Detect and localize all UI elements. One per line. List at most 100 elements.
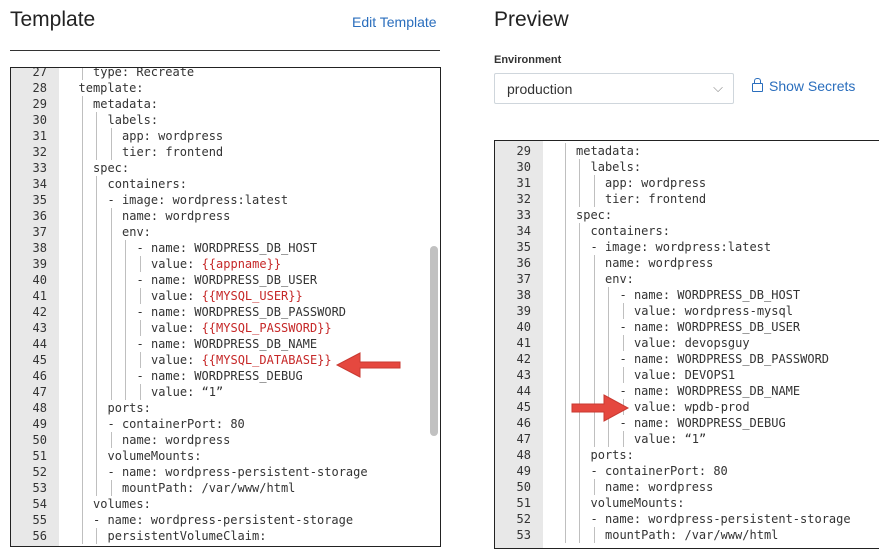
line-number: 50: [32, 433, 47, 447]
template-code-editor[interactable]: 27 type: Recreate 28 template: 29 metadata: 30…: [10, 67, 441, 547]
indent-guide: [579, 479, 580, 495]
indent-guide: [579, 255, 580, 271]
indent-guide: [622, 303, 624, 319]
line-number: 47: [32, 385, 47, 399]
indent-guide: [81, 288, 83, 304]
code-text: value: “1”: [151, 384, 223, 400]
environment-label: Environment: [494, 54, 562, 66]
code-line: 47 value: “1”: [11, 384, 440, 400]
code-line: 53 mountPath: /var/www/html: [11, 480, 440, 496]
code-text: - image: wordpress:latest: [591, 239, 772, 255]
indent-guide: [125, 288, 126, 304]
code-text: containers:: [108, 176, 187, 192]
indent-guide: [110, 224, 112, 240]
preview-code-viewer[interactable]: 29 metadata: 30 labels: 31 app: wordpress 32 ti…: [494, 140, 879, 549]
indent-guide: [579, 303, 580, 319]
line-number: 33: [32, 161, 47, 175]
show-secrets-button[interactable]: Show Secrets: [752, 78, 855, 94]
indent-guide: [81, 192, 83, 208]
code-text: - name: wordpress-persistent-storage: [108, 464, 368, 480]
indent-guide: [110, 384, 112, 400]
code-token: labels:: [107, 113, 159, 127]
line-number: 43: [516, 368, 531, 382]
code-line: 30 labels:: [11, 112, 440, 128]
code-text: app: wordpress: [605, 175, 706, 191]
code-text: labels:: [108, 112, 159, 128]
line-number: 33: [516, 208, 531, 222]
indent-guide: [81, 464, 83, 480]
code-line: 27 type: Recreate: [11, 68, 440, 80]
indent-guide: [110, 144, 112, 160]
environment-select[interactable]: production ⌵: [494, 73, 734, 104]
indent-guide: [96, 464, 97, 480]
code-token: name: wordpress: [605, 256, 714, 270]
indent-guide: [139, 256, 141, 272]
indent-guide: [593, 271, 595, 287]
indent-guide: [608, 335, 609, 351]
indent-guide: [564, 239, 566, 255]
indent-guide: [96, 432, 97, 448]
indent-guide: [579, 175, 580, 191]
code-text: ports:: [591, 447, 634, 463]
code-text: value: wordpress-mysql: [634, 303, 793, 319]
code-text: - name: WORDPRESS_DB_NAME: [620, 383, 801, 399]
code-token: - name: wordpress-persistent-storage: [93, 513, 354, 527]
code-line: 32 tier: frontend: [495, 191, 879, 207]
indent-guide: [96, 208, 97, 224]
code-line: 34 containers:: [11, 176, 440, 192]
indent-guide: [564, 303, 566, 319]
code-text: name: wordpress: [122, 432, 230, 448]
indent-guide: [593, 479, 595, 495]
template-divider: [10, 50, 440, 51]
code-token: - name: WORDPRESS_DB_USER: [136, 273, 318, 287]
code-line: 56 persistentVolumeClaim:: [11, 528, 440, 544]
indent-guide: [81, 272, 83, 288]
indent-guide: [96, 192, 97, 208]
code-token: value:: [151, 257, 202, 271]
indent-guide: [96, 368, 97, 384]
line-number: 41: [516, 336, 531, 350]
indent-guide: [96, 272, 97, 288]
code-line: 45 value: wpdb-prod: [495, 399, 879, 415]
code-line: 50 name: wordpress: [11, 432, 440, 448]
edit-template-link[interactable]: Edit Template: [352, 14, 437, 30]
line-number: 35: [516, 240, 531, 254]
indent-guide: [593, 255, 595, 271]
line-number: 42: [32, 305, 47, 319]
indent-guide: [564, 255, 566, 271]
indent-guide: [110, 208, 112, 224]
line-number: 30: [32, 113, 47, 127]
code-line: 38 - name: WORDPRESS_DB_HOST: [11, 240, 440, 256]
code-text: metadata:: [93, 96, 158, 112]
indent-guide: [564, 447, 566, 463]
indent-guide: [96, 448, 97, 464]
indent-guide: [110, 288, 112, 304]
code-line: 49 - containerPort: 80: [495, 463, 879, 479]
line-number: 49: [516, 464, 531, 478]
code-text: value: devopsguy: [634, 335, 750, 351]
code-token: value: devopsguy: [634, 336, 750, 350]
indent-guide: [564, 335, 566, 351]
indent-guide: [593, 175, 595, 191]
indent-guide: [593, 335, 595, 351]
template-variable: {{MYSQL_USER}}: [201, 289, 303, 303]
indent-guide: [110, 304, 112, 320]
indent-guide: [593, 319, 595, 335]
indent-guide: [579, 271, 580, 287]
template-scrollbar[interactable]: [430, 246, 438, 436]
code-line: 55 - name: wordpress-persistent-storage: [11, 512, 440, 528]
code-text: mountPath: /var/www/html: [122, 480, 295, 496]
template-variable: {{MYSQL_DATABASE}}: [201, 353, 332, 367]
code-token: spec:: [576, 208, 613, 222]
code-text: - name: WORDPRESS_DB_PASSWORD: [620, 351, 830, 367]
code-text: value: {{MYSQL_PASSWORD}}: [151, 320, 332, 336]
code-token: volumes:: [93, 497, 151, 511]
code-token: persistentVolumeClaim:: [107, 529, 267, 543]
line-number: 35: [32, 193, 47, 207]
indent-guide: [608, 431, 609, 447]
indent-guide: [81, 224, 83, 240]
line-number: 32: [32, 145, 47, 159]
code-line: 40 - name: WORDPRESS_DB_USER: [11, 272, 440, 288]
template-title: Template: [10, 8, 96, 31]
code-text: - name: wordpress-persistent-storage: [591, 511, 851, 527]
